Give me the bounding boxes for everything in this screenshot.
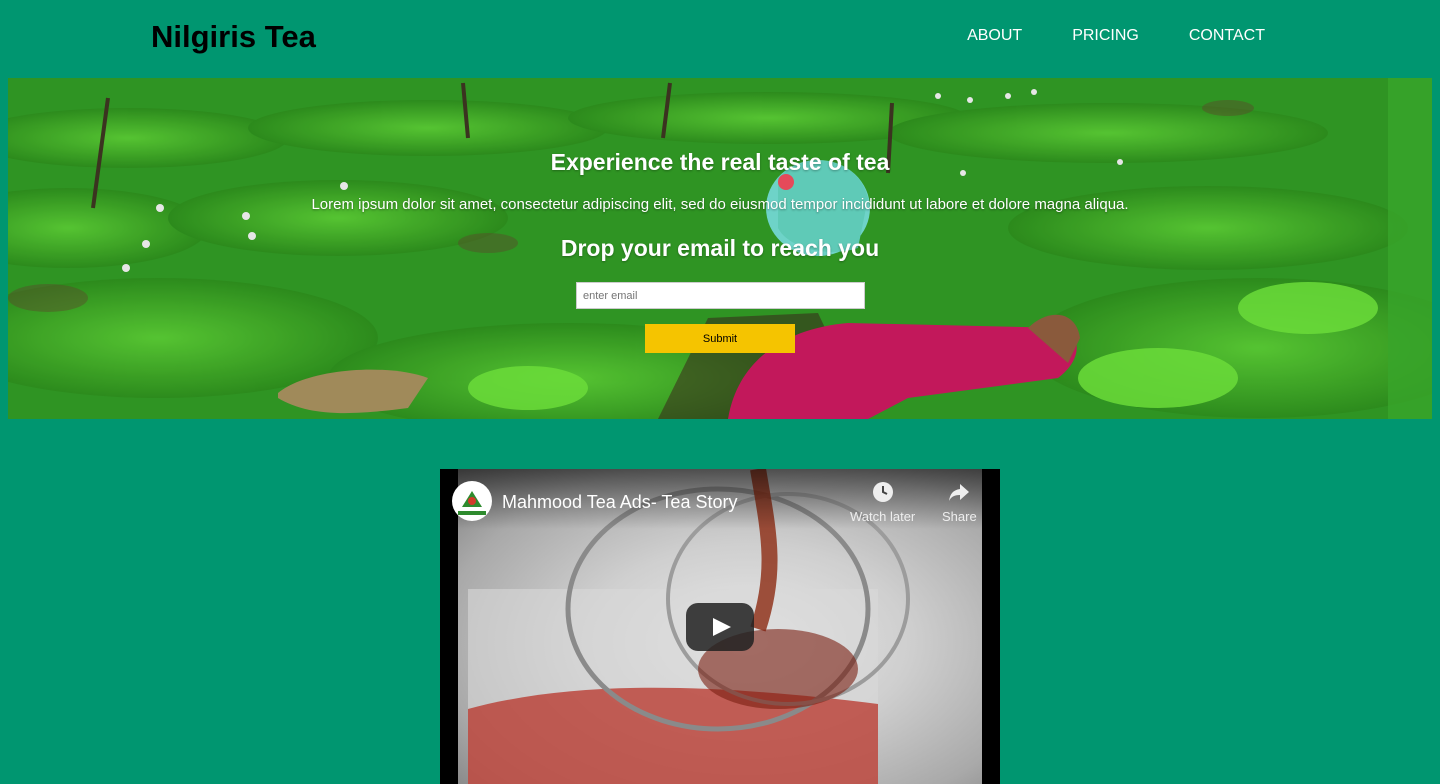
play-icon xyxy=(713,618,731,636)
share-button[interactable]: Share xyxy=(942,481,977,524)
video-embed[interactable]: Mahmood Tea Ads- Tea Story Watch later S… xyxy=(440,469,1000,784)
brand-logo[interactable]: Nilgiris Tea xyxy=(151,19,316,55)
clock-icon xyxy=(872,482,893,502)
hero-description: Lorem ipsum dolor sit amet, consectetur … xyxy=(311,196,1129,213)
main-nav: ABOUT PRICING CONTACT xyxy=(967,27,1265,45)
nav-about[interactable]: ABOUT xyxy=(967,27,1022,45)
nav-contact[interactable]: CONTACT xyxy=(1189,27,1265,45)
hero-section: Experience the real taste of tea Lorem i… xyxy=(8,78,1432,419)
hero-title: Experience the real taste of tea xyxy=(550,149,890,175)
email-input[interactable] xyxy=(576,282,865,309)
share-label: Share xyxy=(942,509,977,524)
watch-later-label: Watch later xyxy=(850,509,916,524)
submit-button[interactable]: Submit xyxy=(645,324,795,353)
watch-later-button[interactable]: Watch later xyxy=(850,481,915,524)
play-button[interactable] xyxy=(686,603,754,651)
site-header: Nilgiris Tea ABOUT PRICING CONTACT xyxy=(0,0,1440,78)
hero-subtitle: Drop your email to reach you xyxy=(560,235,880,261)
nav-pricing[interactable]: PRICING xyxy=(1072,27,1139,45)
video-title[interactable]: Mahmood Tea Ads- Tea Story xyxy=(502,492,737,513)
share-icon xyxy=(949,484,970,501)
channel-avatar[interactable] xyxy=(452,481,492,521)
